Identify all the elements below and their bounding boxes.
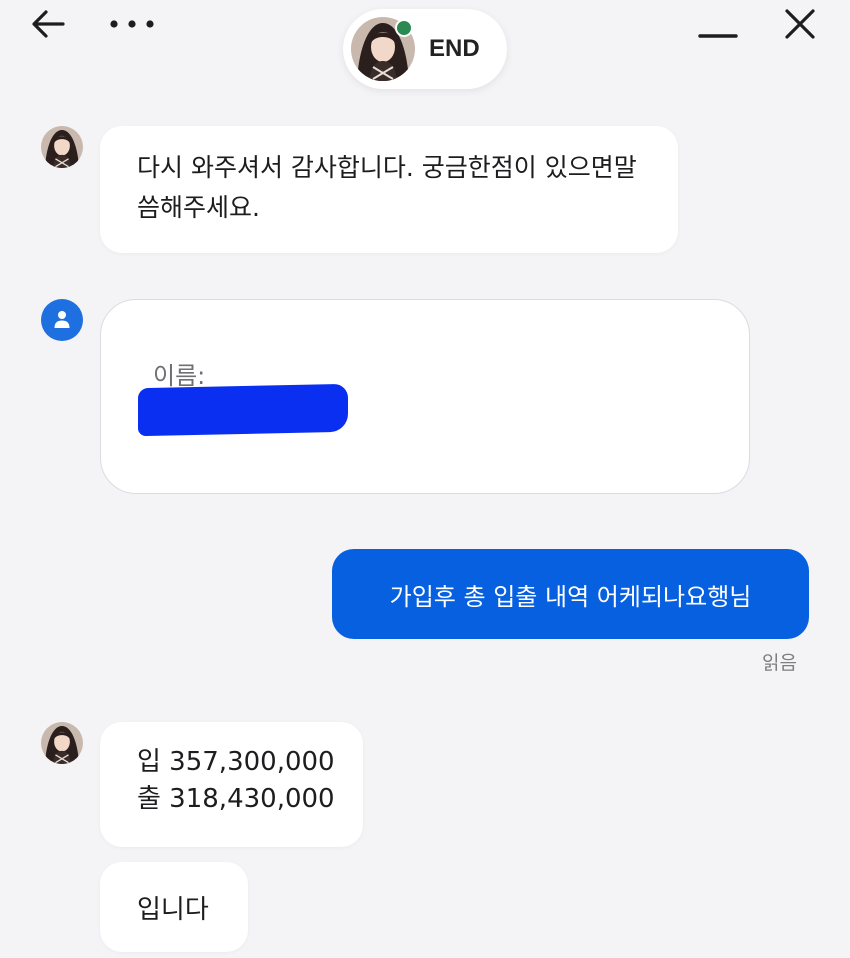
read-receipt: 읽음 [762, 652, 797, 674]
message-text: 가입후 총 입출 내역 어케되나요행님 [389, 582, 752, 611]
outgoing-message-bubble: 가입후 총 입출 내역 어케되나요행님 [332, 549, 809, 639]
person-icon [54, 311, 70, 328]
name-field-label: 이름: [153, 362, 206, 390]
more-horizontal-icon[interactable] [108, 14, 156, 34]
agent-status-label: END [429, 35, 480, 62]
incoming-message-bubble: 입 357,300,000 출 318,430,000 [100, 722, 363, 847]
online-status-dot [395, 19, 413, 37]
arrow-left-icon[interactable] [30, 8, 66, 40]
incoming-message-bubble: 다시 와주셔서 감사합니다. 궁금한점이 있으면말씀해주세요. [100, 126, 678, 253]
agent-status-pill[interactable]: END [343, 9, 507, 89]
withdrawal-amount-text: 출 318,430,000 [137, 784, 335, 814]
close-icon[interactable] [782, 6, 818, 42]
agent-avatar [41, 126, 83, 168]
agent-avatar [41, 722, 83, 764]
redacted-name-value [138, 383, 348, 437]
message-text: 입니다 [137, 894, 209, 925]
incoming-message-bubble: 입니다 [100, 862, 248, 952]
deposit-amount-text: 입 357,300,000 [137, 747, 335, 777]
minimize-icon[interactable] [698, 20, 738, 40]
message-text: 다시 와주셔서 감사합니다. 궁금한점이 있으면말씀해주세요. [137, 153, 637, 222]
chat-screen: END 다시 와주셔서 감사합니다. 궁금한점이 있으면말씀해주세요. 이름: … [0, 0, 850, 958]
user-avatar [41, 299, 83, 341]
